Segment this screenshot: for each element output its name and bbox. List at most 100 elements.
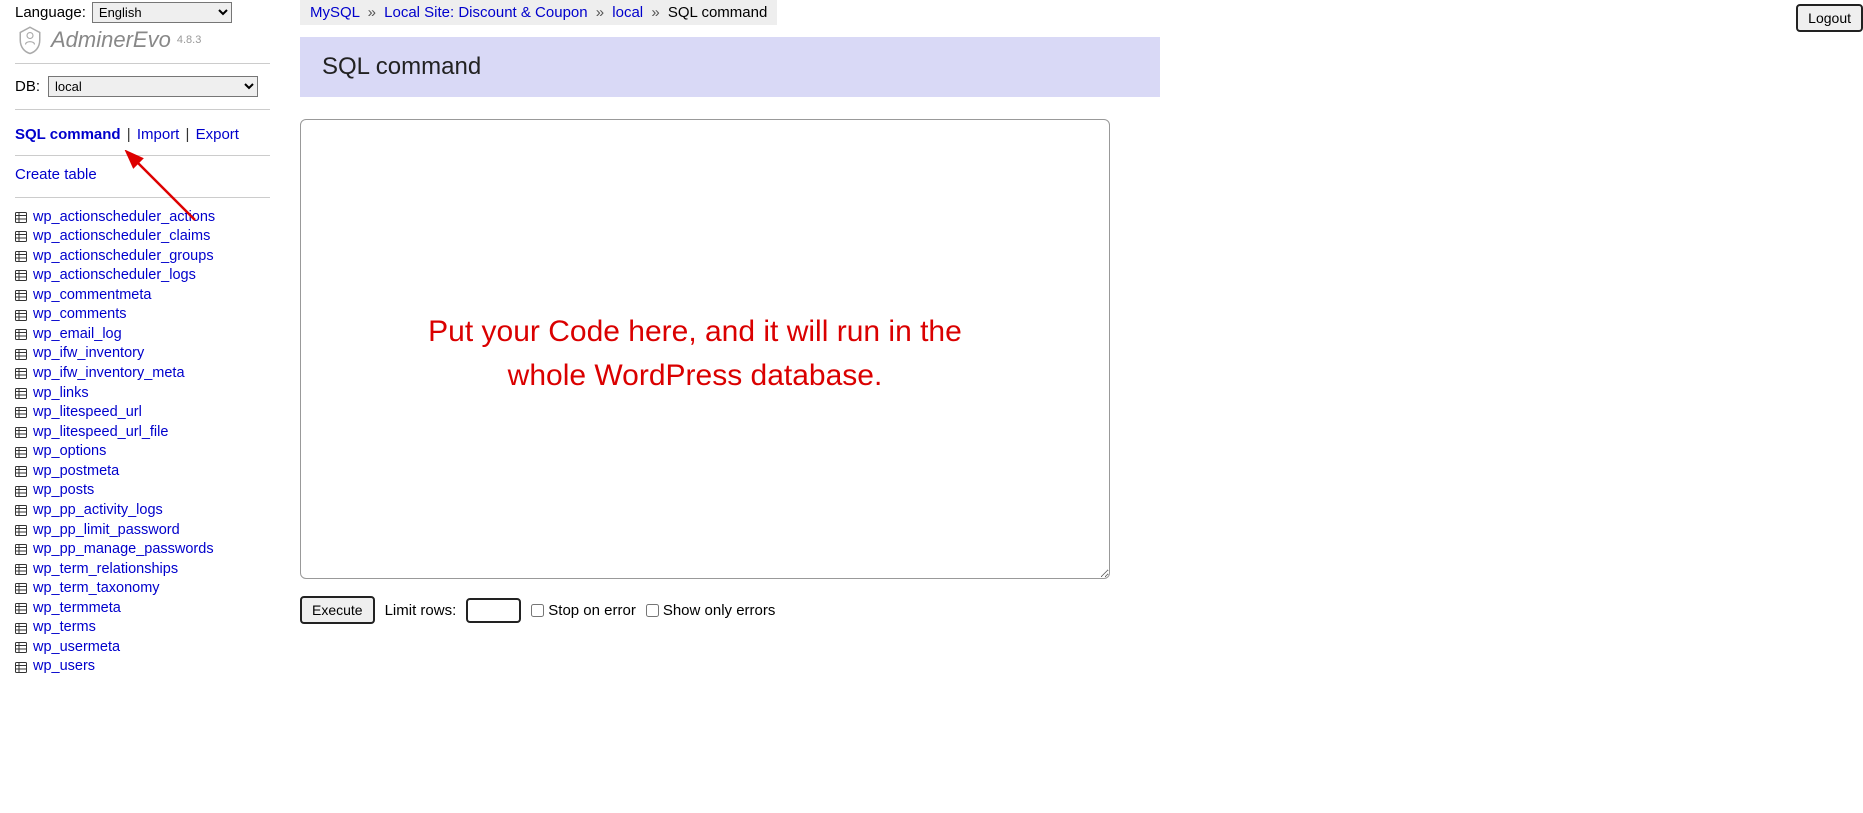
table-icon bbox=[15, 368, 27, 379]
crumb-db[interactable]: local bbox=[612, 4, 643, 21]
logo-icon bbox=[15, 25, 45, 55]
sql-textarea[interactable] bbox=[300, 119, 1110, 579]
table-list: wp_actionscheduler_actionswp_actionsched… bbox=[15, 208, 270, 678]
sidebar: Language: English AdminerEvo 4.8.3 DB: l… bbox=[0, 0, 280, 687]
table-icon bbox=[15, 564, 27, 575]
table-row: wp_litespeed_url bbox=[15, 403, 270, 423]
crumb-driver[interactable]: MySQL bbox=[310, 4, 359, 21]
table-link[interactable]: wp_ifw_inventory_meta bbox=[33, 364, 185, 384]
table-icon bbox=[15, 388, 27, 399]
table-icon bbox=[15, 525, 27, 536]
link-export[interactable]: Export bbox=[196, 126, 239, 143]
logout-button[interactable]: Logout bbox=[1796, 4, 1863, 32]
language-select[interactable]: English bbox=[92, 2, 232, 23]
language-label: Language: bbox=[15, 4, 86, 21]
table-icon bbox=[15, 447, 27, 458]
table-row: wp_commentmeta bbox=[15, 286, 270, 306]
table-link[interactable]: wp_ifw_inventory bbox=[33, 344, 144, 364]
brand-version: 4.8.3 bbox=[177, 34, 201, 46]
link-create-table[interactable]: Create table bbox=[15, 166, 97, 183]
table-icon bbox=[15, 642, 27, 653]
table-row: wp_usermeta bbox=[15, 638, 270, 658]
divider bbox=[15, 155, 270, 156]
table-row: wp_actionscheduler_groups bbox=[15, 247, 270, 267]
table-row: wp_email_log bbox=[15, 325, 270, 345]
table-link[interactable]: wp_comments bbox=[33, 305, 126, 325]
action-links: SQL command | Import | Export bbox=[15, 124, 270, 147]
table-icon bbox=[15, 623, 27, 634]
table-link[interactable]: wp_term_relationships bbox=[33, 560, 178, 580]
table-row: wp_links bbox=[15, 384, 270, 404]
table-icon bbox=[15, 603, 27, 614]
crumb-server[interactable]: Local Site: Discount & Coupon bbox=[384, 4, 587, 21]
table-link[interactable]: wp_litespeed_url_file bbox=[33, 423, 168, 443]
table-link[interactable]: wp_posts bbox=[33, 481, 94, 501]
table-link[interactable]: wp_pp_activity_logs bbox=[33, 501, 163, 521]
table-icon bbox=[15, 407, 27, 418]
table-row: wp_comments bbox=[15, 305, 270, 325]
table-row: wp_term_relationships bbox=[15, 560, 270, 580]
table-row: wp_ifw_inventory bbox=[15, 344, 270, 364]
table-row: wp_actionscheduler_logs bbox=[15, 266, 270, 286]
table-link[interactable]: wp_actionscheduler_logs bbox=[33, 266, 196, 286]
table-icon bbox=[15, 505, 27, 516]
crumb-page: SQL command bbox=[668, 4, 768, 21]
table-link[interactable]: wp_termmeta bbox=[33, 599, 121, 619]
table-link[interactable]: wp_pp_limit_password bbox=[33, 521, 180, 541]
table-link[interactable]: wp_actionscheduler_claims bbox=[33, 227, 210, 247]
table-icon bbox=[15, 662, 27, 673]
table-link[interactable]: wp_users bbox=[33, 657, 95, 677]
table-icon bbox=[15, 212, 27, 223]
table-icon bbox=[15, 329, 27, 340]
table-icon bbox=[15, 349, 27, 360]
main-content: MySQL » Local Site: Discount & Coupon » … bbox=[280, 0, 1863, 687]
brand-name: AdminerEvo bbox=[51, 27, 171, 53]
table-link[interactable]: wp_pp_manage_passwords bbox=[33, 540, 214, 560]
table-link[interactable]: wp_options bbox=[33, 442, 106, 462]
table-row: wp_pp_activity_logs bbox=[15, 501, 270, 521]
brand: AdminerEvo 4.8.3 bbox=[15, 25, 270, 55]
table-link[interactable]: wp_links bbox=[33, 384, 89, 404]
table-row: wp_ifw_inventory_meta bbox=[15, 364, 270, 384]
table-row: wp_term_taxonomy bbox=[15, 579, 270, 599]
limit-rows-input[interactable] bbox=[466, 598, 521, 623]
table-row: wp_posts bbox=[15, 481, 270, 501]
table-row: wp_users bbox=[15, 657, 270, 677]
db-select[interactable]: local bbox=[48, 76, 258, 97]
stop-on-error-label: Stop on error bbox=[548, 602, 636, 619]
show-only-errors-checkbox[interactable] bbox=[646, 604, 659, 617]
limit-rows-label: Limit rows: bbox=[385, 602, 457, 619]
table-row: wp_pp_limit_password bbox=[15, 521, 270, 541]
table-link[interactable]: wp_commentmeta bbox=[33, 286, 151, 306]
table-icon bbox=[15, 427, 27, 438]
link-sql-command[interactable]: SQL command bbox=[15, 126, 121, 143]
stop-on-error-checkbox[interactable] bbox=[531, 604, 544, 617]
table-row: wp_pp_manage_passwords bbox=[15, 540, 270, 560]
table-icon bbox=[15, 486, 27, 497]
breadcrumb: MySQL » Local Site: Discount & Coupon » … bbox=[300, 0, 777, 25]
table-row: wp_actionscheduler_actions bbox=[15, 208, 270, 228]
table-link[interactable]: wp_actionscheduler_actions bbox=[33, 208, 215, 228]
divider bbox=[15, 63, 270, 64]
table-row: wp_actionscheduler_claims bbox=[15, 227, 270, 247]
table-link[interactable]: wp_actionscheduler_groups bbox=[33, 247, 214, 267]
page-title: SQL command bbox=[322, 53, 1138, 81]
page-title-bar: SQL command bbox=[300, 37, 1160, 97]
table-link[interactable]: wp_terms bbox=[33, 618, 96, 638]
table-link[interactable]: wp_postmeta bbox=[33, 462, 119, 482]
table-icon bbox=[15, 466, 27, 477]
table-row: wp_litespeed_url_file bbox=[15, 423, 270, 443]
table-link[interactable]: wp_usermeta bbox=[33, 638, 120, 658]
table-row: wp_termmeta bbox=[15, 599, 270, 619]
table-row: wp_postmeta bbox=[15, 462, 270, 482]
table-row: wp_options bbox=[15, 442, 270, 462]
execute-button[interactable]: Execute bbox=[300, 596, 375, 624]
table-icon bbox=[15, 231, 27, 242]
table-icon bbox=[15, 270, 27, 281]
table-link[interactable]: wp_email_log bbox=[33, 325, 122, 345]
table-link[interactable]: wp_term_taxonomy bbox=[33, 579, 160, 599]
table-link[interactable]: wp_litespeed_url bbox=[33, 403, 142, 423]
link-import[interactable]: Import bbox=[137, 126, 180, 143]
table-icon bbox=[15, 251, 27, 262]
divider bbox=[15, 197, 270, 198]
